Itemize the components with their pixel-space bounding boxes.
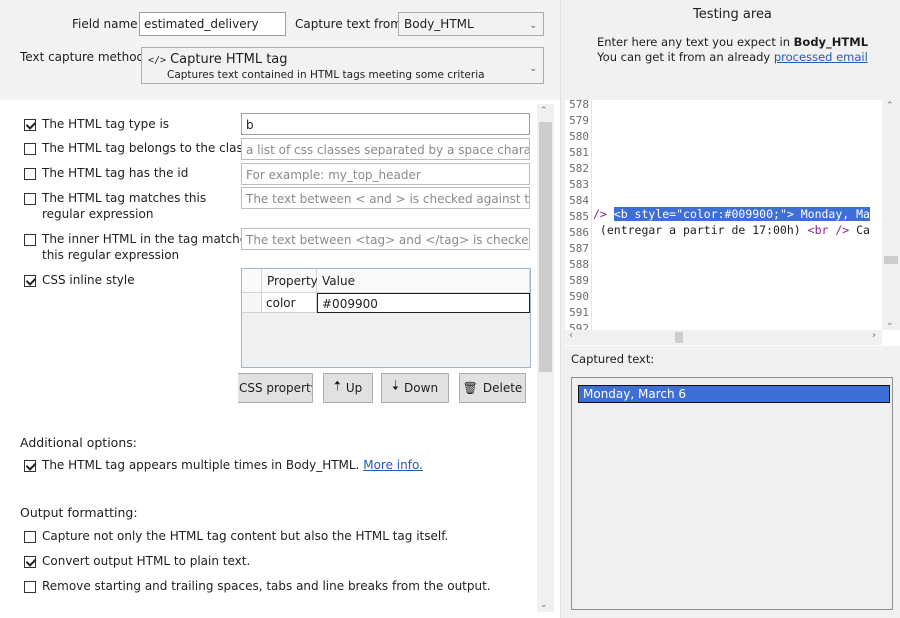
left-scrollbar-thumb[interactable] — [539, 122, 552, 372]
code-line-585[interactable]: /> <b style="color:#009900;"> Monday, Ma — [593, 207, 870, 221]
arrow-up-icon: 🠡 — [333, 379, 341, 394]
field-name-input[interactable]: estimated_delivery — [139, 12, 286, 36]
id-label: The HTML tag has the id — [42, 166, 189, 180]
line-number: 589 — [569, 274, 589, 287]
line-number: 592 — [569, 322, 589, 330]
editor-hscroll-thumb[interactable] — [675, 332, 683, 343]
chevron-down-icon: ⌄ — [529, 21, 537, 31]
line-number: 585 — [569, 210, 589, 223]
code-line-586[interactable]: (entregar a partir de 17:00h) <br /> Ca — [593, 223, 870, 237]
line-number: 591 — [569, 306, 589, 319]
left-scrollbar[interactable]: ⌃ ⌄ — [537, 104, 554, 612]
classes-checkbox[interactable] — [24, 143, 36, 155]
multiple-times-checkbox[interactable] — [24, 460, 36, 472]
grid-header-property[interactable]: Property — [262, 269, 318, 293]
multiple-times-label: The HTML tag appears multiple times in B… — [42, 458, 423, 472]
scroll-right-icon[interactable]: › — [872, 330, 876, 341]
tag-regex-input[interactable]: The text between < and > is checked agai… — [241, 187, 530, 209]
css-inline-checkbox[interactable] — [24, 275, 36, 287]
trim-checkbox[interactable] — [24, 581, 36, 593]
grid-corner — [242, 269, 262, 293]
line-number: 587 — [569, 242, 589, 255]
grid-cell-property[interactable]: color — [262, 293, 317, 313]
line-number: 580 — [569, 130, 589, 143]
captured-text-box[interactable]: Monday, March 6 — [571, 377, 893, 610]
delete-button[interactable]: 🗑 Delete — [459, 373, 526, 403]
line-number: 583 — [569, 178, 589, 191]
plain-text-label: Convert output HTML to plain text. — [42, 554, 251, 568]
add-css-property-button[interactable]: CSS property — [238, 373, 313, 403]
add-css-property-label: CSS property — [239, 381, 313, 395]
additional-options-heading: Additional options: — [20, 435, 137, 450]
trim-label: Remove starting and trailing spaces, tab… — [42, 579, 491, 593]
delete-label: Delete — [482, 381, 523, 395]
trash-icon: 🗑 — [462, 381, 478, 395]
inner-regex-label-2: this regular expression — [42, 248, 180, 262]
capture-tag-label: Capture not only the HTML tag content bu… — [42, 529, 449, 543]
arrow-down-icon: 🠣 — [391, 379, 400, 394]
grid-header-value[interactable]: Value — [317, 269, 530, 293]
classes-label: The HTML tag belongs to the classes — [42, 141, 263, 155]
method-description: Captures text contained in HTML tags mee… — [167, 69, 485, 81]
capture-from-label: Capture text from — [295, 17, 402, 31]
classes-input[interactable]: a list of css classes separated by a spa… — [241, 138, 530, 160]
testing-area-title: Testing area — [693, 7, 772, 22]
capture-from-select[interactable]: Body_HTML ⌄ — [398, 12, 544, 36]
tag-regex-checkbox[interactable] — [24, 193, 36, 205]
grid-cell-value[interactable]: #009900 — [317, 293, 530, 313]
captured-text-label: Captured text: — [571, 352, 655, 366]
capture-tag-checkbox[interactable] — [24, 531, 36, 543]
line-number: 586 — [569, 226, 589, 239]
line-number: 581 — [569, 146, 589, 159]
down-button[interactable]: 🠣 Down — [381, 373, 449, 403]
editor-vscroll-thumb[interactable] — [884, 256, 898, 264]
processed-email-link[interactable]: processed email — [774, 50, 868, 64]
scroll-up-icon[interactable]: ⌃ — [886, 101, 894, 111]
tag-regex-label: The HTML tag matches this — [42, 191, 207, 205]
capture-from-value: Body_HTML — [404, 17, 474, 31]
testing-instructions-2: You can get it from an already processed… — [597, 50, 868, 64]
scroll-down-icon[interactable]: ⌄ — [540, 600, 548, 610]
tag-regex-label-2: regular expression — [42, 207, 154, 221]
tag-type-label: The HTML tag type is — [42, 117, 170, 131]
tag-type-checkbox[interactable] — [24, 119, 36, 131]
id-input[interactable]: For example: my_top_header — [241, 163, 530, 185]
code-icon: </> — [148, 55, 167, 66]
css-style-grid[interactable]: Property Value color #009900 — [241, 268, 531, 368]
grid-row-header — [242, 293, 262, 313]
inner-regex-checkbox[interactable] — [24, 234, 36, 246]
captured-result[interactable]: Monday, March 6 — [578, 385, 890, 403]
line-number: 588 — [569, 258, 589, 271]
editor-vscroll[interactable]: ⌃ ⌄ — [882, 100, 900, 330]
scroll-left-icon[interactable]: ‹ — [569, 330, 573, 341]
chevron-down-icon: ⌄ — [529, 64, 537, 74]
output-formatting-heading: Output formatting: — [20, 505, 138, 520]
method-select[interactable]: </> Capture HTML tag Captures text contai… — [141, 47, 544, 84]
more-info-link[interactable]: More info. — [363, 458, 423, 472]
test-text-editor[interactable]: 578 579 580 581 582 583 584 585 586 587 … — [565, 100, 882, 330]
id-checkbox[interactable] — [24, 168, 36, 180]
testing-instructions: Enter here any text you expect in Body_H… — [596, 35, 869, 49]
field-name-label: Field name — [72, 17, 138, 31]
up-label: Up — [345, 381, 363, 395]
down-label: Down — [404, 381, 439, 395]
line-number: 584 — [569, 194, 589, 207]
editor-gutter — [591, 100, 592, 330]
line-number: 582 — [569, 162, 589, 175]
inner-regex-label: The inner HTML in the tag matches — [42, 232, 254, 246]
css-inline-label: CSS inline style — [42, 273, 135, 287]
inner-regex-input[interactable]: The text between <tag> and </tag> is che… — [241, 228, 530, 250]
editor-hscroll[interactable]: ‹ › — [565, 330, 882, 345]
line-number: 590 — [569, 290, 589, 303]
up-button[interactable]: 🠡 Up — [323, 373, 373, 403]
method-label: Text capture method — [20, 50, 145, 64]
plain-text-checkbox[interactable] — [24, 556, 36, 568]
selected-text: <b style="color:#009900;"> Monday, Ma — [613, 207, 870, 221]
method-title: Capture HTML tag — [170, 52, 288, 67]
scroll-down-icon[interactable]: ⌄ — [886, 318, 894, 328]
scroll-up-icon[interactable]: ⌃ — [540, 106, 548, 116]
tag-type-input[interactable]: b — [241, 113, 530, 135]
line-number: 578 — [569, 100, 589, 111]
line-number: 579 — [569, 114, 589, 127]
